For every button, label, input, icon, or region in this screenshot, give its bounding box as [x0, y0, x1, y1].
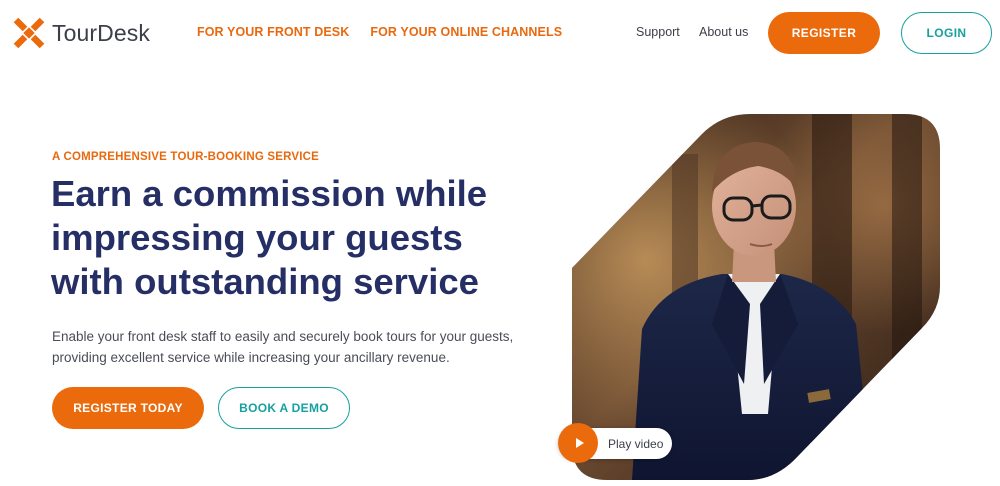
secondary-nav-about: About us: [699, 25, 748, 39]
page: TourDesk FOR YOUR FRONT DESK FOR YOUR ON…: [0, 0, 1000, 486]
headline-line-1: Earn a commission while: [51, 173, 488, 214]
nav-about-us-link[interactable]: About us: [699, 25, 748, 39]
hero-eyebrow: A COMPREHENSIVE TOUR-BOOKING SERVICE: [52, 151, 320, 163]
hero-headline: Earn a commission while impressing your …: [51, 172, 541, 304]
brand-logo[interactable]: TourDesk: [12, 16, 150, 50]
hero-description: Enable your front desk staff to easily a…: [52, 326, 522, 368]
description-line-2: providing excellent service while increa…: [52, 350, 450, 365]
brand-name: TourDesk: [52, 19, 150, 46]
nav-online-channels-link[interactable]: FOR YOUR ONLINE CHANNELS: [370, 25, 562, 39]
play-video-icon-button[interactable]: [558, 423, 598, 463]
login-button[interactable]: LOGIN: [901, 12, 992, 54]
tourdesk-logo-icon: [13, 17, 45, 49]
headline-line-2: impressing your guests: [51, 217, 463, 258]
register-button[interactable]: REGISTER: [768, 12, 880, 54]
play-icon: [575, 438, 584, 448]
primary-nav: FOR YOUR FRONT DESK FOR YOUR ONLINE CHAN…: [197, 25, 583, 39]
nav-support-link[interactable]: Support: [636, 25, 680, 39]
play-video-label[interactable]: Play video: [608, 437, 663, 451]
secondary-nav: Support: [636, 25, 680, 39]
nav-front-desk-link[interactable]: FOR YOUR FRONT DESK: [197, 25, 349, 39]
register-today-button[interactable]: REGISTER TODAY: [52, 387, 204, 429]
hero-video-thumbnail[interactable]: [572, 114, 940, 480]
description-line-1: Enable your front desk staff to easily a…: [52, 329, 514, 344]
headline-line-3: with outstanding service: [51, 261, 479, 302]
book-demo-button[interactable]: BOOK A DEMO: [218, 387, 350, 429]
